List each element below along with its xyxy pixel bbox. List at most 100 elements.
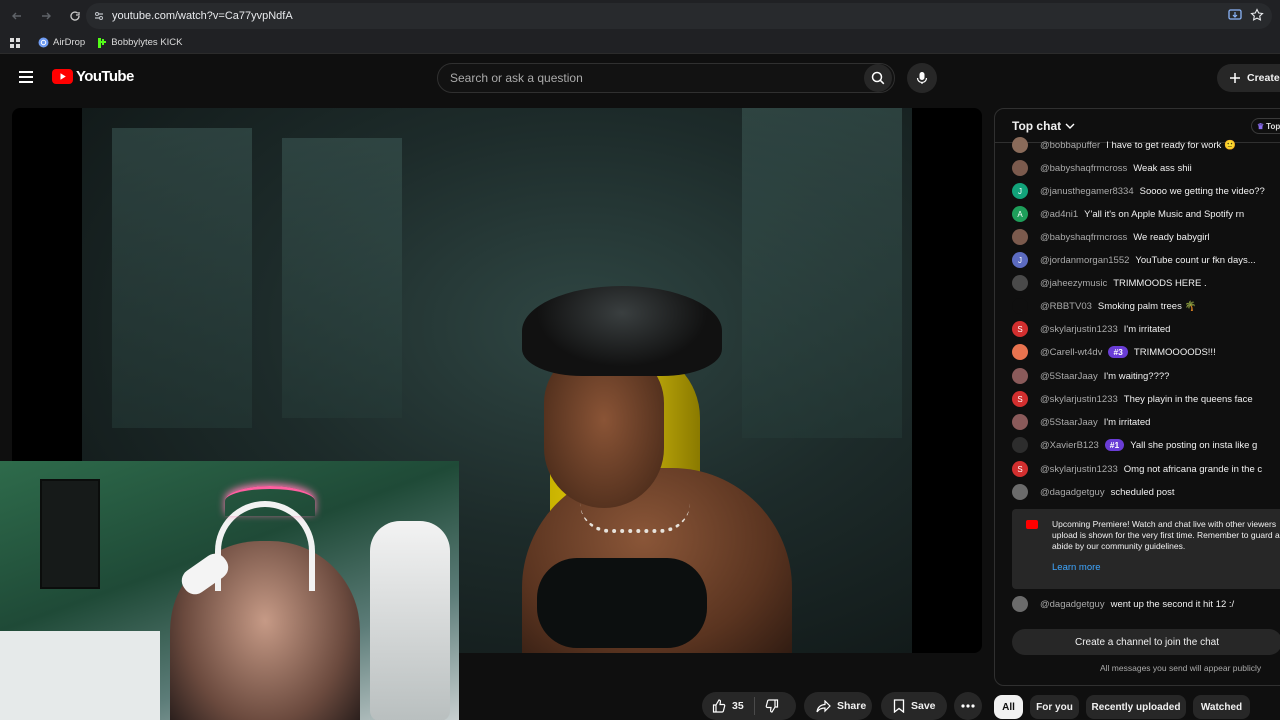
create-button[interactable]: Create	[1217, 64, 1280, 92]
avatar[interactable]: A	[1012, 206, 1028, 222]
chat-author[interactable]: @babyshaqfrmcross	[1040, 163, 1127, 174]
dislike-button[interactable]	[765, 699, 779, 713]
chat-message: J @janusthegamer8334 Soooo we getting the …	[1012, 181, 1265, 201]
forward-icon[interactable]	[33, 3, 59, 29]
avatar[interactable]	[1012, 160, 1028, 176]
chat-author[interactable]: @skylarjustin1233	[1040, 464, 1118, 475]
youtube-mini-icon	[1026, 520, 1038, 529]
chat-text: I'm irritated	[1123, 323, 1171, 335]
chat-message: A @ad4ni1 Y'all it's on Apple Music and Sp…	[1012, 204, 1244, 224]
chat-text: scheduled post	[1110, 486, 1175, 498]
chat-message: @XavierB123 #1 Yall she posting on insta l…	[1012, 435, 1257, 455]
chat-author[interactable]: @Carell-wt4dv	[1040, 347, 1102, 358]
chat-author[interactable]: @RBBTV03	[1040, 301, 1092, 312]
bookmarks-bar: AirDrop Bobbylytes KICK	[0, 32, 1280, 54]
chat-author[interactable]: @5StaarJaay	[1040, 371, 1098, 382]
chip-all[interactable]: All	[994, 695, 1023, 719]
avatar[interactable]: S	[1012, 461, 1028, 477]
youtube-logo[interactable]: YouTube	[52, 68, 134, 85]
more-actions-icon[interactable]	[954, 692, 982, 720]
chat-author[interactable]: @jordanmorgan1552	[1040, 255, 1129, 266]
site-info-icon[interactable]	[86, 10, 112, 22]
chat-author[interactable]: @dagadgetguy	[1040, 487, 1105, 498]
avatar[interactable]	[1012, 437, 1028, 453]
chat-message: S @skylarjustin1233 Omg not africana grand…	[1012, 459, 1262, 479]
search-box[interactable]: Search or ask a question	[437, 63, 895, 93]
chat-message: @jaheezymusic TRIMMOODS HERE .	[1012, 273, 1207, 293]
search-input[interactable]: Search or ask a question	[450, 71, 864, 85]
avatar[interactable]	[1012, 484, 1028, 500]
chat-author[interactable]: @janusthegamer8334	[1040, 186, 1134, 197]
chat-text: TRIMMOOOODS!!!	[1133, 346, 1216, 358]
bookmark-icon	[893, 699, 905, 713]
chat-author[interactable]: @5StaarJaay	[1040, 417, 1098, 428]
chat-message: @bobbapuffer I have to get ready for work…	[1012, 135, 1236, 155]
top-fans-badge[interactable]: ♛ Top	[1251, 118, 1280, 134]
learn-more-link[interactable]: Learn more	[1052, 562, 1101, 573]
avatar[interactable]: S	[1012, 321, 1028, 337]
hamburger-menu-icon[interactable]	[16, 67, 36, 87]
avatar[interactable]: S	[1012, 391, 1028, 407]
chat-author[interactable]: @bobbapuffer	[1040, 140, 1100, 151]
kick-icon	[97, 37, 107, 48]
avatar[interactable]	[1012, 275, 1028, 291]
airdrop-icon	[38, 37, 49, 48]
install-app-icon[interactable]	[1228, 8, 1242, 22]
chat-author[interactable]: @ad4ni1	[1040, 209, 1078, 220]
like-dislike-group: 35	[702, 692, 796, 720]
crown-icon: ♛	[1257, 121, 1265, 131]
chat-message: @babyshaqfrmcross We ready babygirl	[1012, 227, 1210, 247]
chat-text: We ready babygirl	[1133, 231, 1210, 243]
chat-author[interactable]: @XavierB123	[1040, 440, 1099, 451]
chip-recently-uploaded[interactable]: Recently uploaded	[1086, 695, 1186, 719]
chat-author[interactable]: @jaheezymusic	[1040, 278, 1107, 289]
chat-mode-title[interactable]: Top chat	[1012, 119, 1061, 133]
like-button[interactable]: 35	[702, 699, 744, 713]
chat-text: YouTube count ur fkn days...	[1135, 254, 1256, 266]
chat-text: I have to get ready for work 🙂	[1106, 139, 1236, 151]
avatar[interactable]	[1012, 229, 1028, 245]
bookmark-star-icon[interactable]	[1250, 8, 1264, 22]
bookmark-airdrop[interactable]: AirDrop	[38, 37, 85, 48]
chat-author[interactable]: @skylarjustin1233	[1040, 394, 1118, 405]
chat-text: I'm waiting????	[1103, 370, 1170, 382]
chat-text: Smoking palm trees 🌴	[1097, 300, 1197, 312]
search-icon[interactable]	[864, 64, 892, 92]
avatar	[1012, 596, 1028, 612]
chat-text: Omg not africana grande in the c	[1123, 463, 1263, 475]
avatar[interactable]	[1012, 368, 1028, 384]
logo-text: YouTube	[76, 68, 134, 85]
avatar[interactable]	[1012, 298, 1028, 314]
microphone-icon[interactable]	[907, 63, 937, 93]
chat-author[interactable]: @babyshaqfrmcross	[1040, 232, 1127, 243]
top-badge-label: Top	[1266, 121, 1280, 131]
chip-for-you[interactable]: For you	[1030, 695, 1079, 719]
chip-watched[interactable]: Watched	[1193, 695, 1250, 719]
avatar[interactable]: J	[1012, 183, 1028, 199]
avatar[interactable]	[1012, 344, 1028, 360]
chat-text: Yall she posting on insta like g	[1130, 439, 1258, 451]
rank-badge: #1	[1104, 439, 1125, 451]
avatar[interactable]: J	[1012, 252, 1028, 268]
public-messages-note: All messages you send will appear public…	[1100, 663, 1262, 673]
share-button[interactable]: Share	[804, 692, 872, 720]
chat-message: @Carell-wt4dv #3 TRIMMOOOODS!!!	[1012, 342, 1216, 362]
reload-icon[interactable]	[62, 3, 88, 29]
chat-author[interactable]: @skylarjustin1233	[1040, 324, 1118, 335]
chevron-down-icon[interactable]	[1065, 122, 1075, 130]
apps-grid-icon[interactable]	[10, 37, 20, 48]
premiere-text: Upcoming Premiere! Watch and chat live w…	[1052, 519, 1280, 551]
chat-text: They playin in the queens face	[1123, 393, 1253, 405]
chat-text: went up the second it hit 12 :/	[1110, 598, 1235, 610]
save-button[interactable]: Save	[881, 692, 947, 720]
thumbs-up-icon	[712, 699, 726, 713]
avatar[interactable]	[1012, 137, 1028, 153]
back-icon[interactable]	[4, 3, 30, 29]
youtube-play-icon	[52, 69, 73, 84]
bookmark-kick[interactable]: Bobbylytes KICK	[97, 37, 183, 48]
create-channel-button[interactable]: Create a channel to join the chat	[1012, 629, 1280, 655]
address-bar[interactable]: youtube.com/watch?v=Ca77yvpNdfA	[86, 3, 1272, 29]
chat-message: J @jordanmorgan1552 YouTube count ur fkn d…	[1012, 250, 1256, 270]
avatar[interactable]	[1012, 414, 1028, 430]
chat-author[interactable]: @dagadgetguy	[1040, 599, 1105, 610]
